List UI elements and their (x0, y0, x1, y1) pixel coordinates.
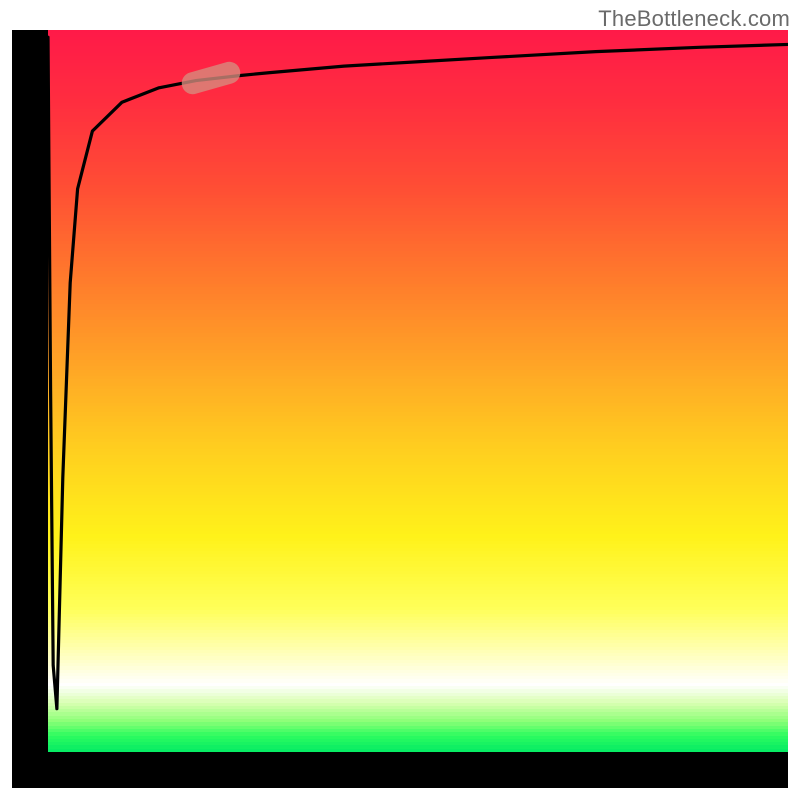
chart-frame (12, 30, 788, 788)
watermark-text: TheBottleneck.com (598, 6, 790, 32)
curve-path (48, 37, 788, 708)
curve-layer (48, 30, 788, 752)
chart-stage: TheBottleneck.com (0, 0, 800, 800)
plot-area (48, 30, 788, 752)
